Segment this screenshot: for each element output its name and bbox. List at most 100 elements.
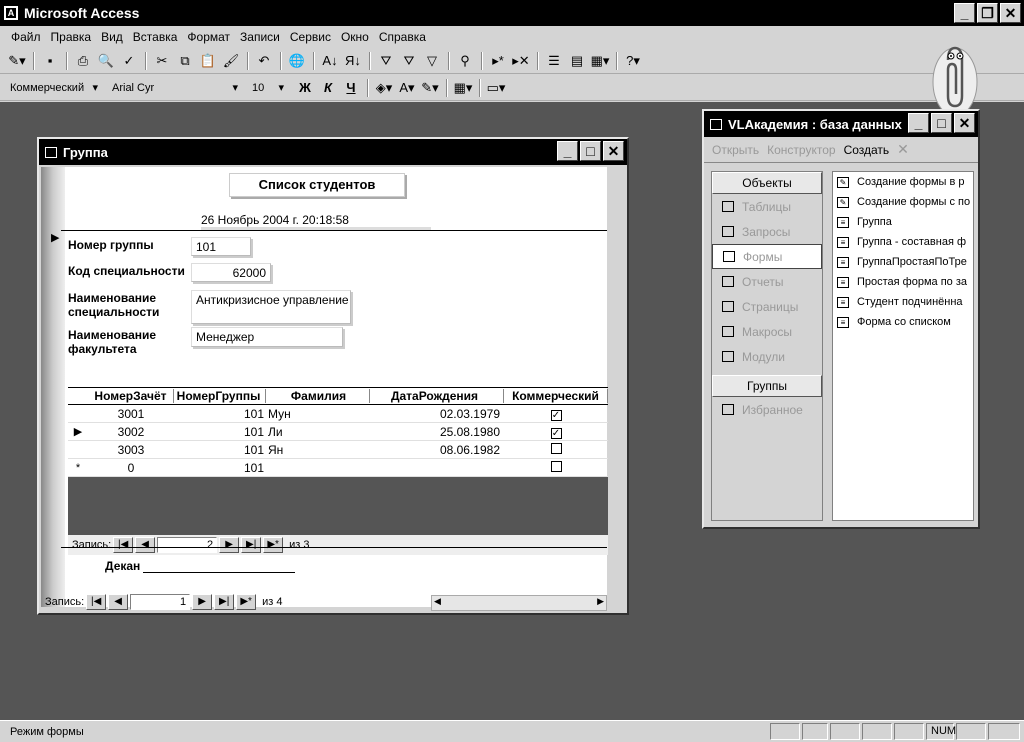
column-header-surname[interactable]: Фамилия xyxy=(266,389,370,403)
minimize-button[interactable]: _ xyxy=(954,3,975,23)
menu-file[interactable]: Файл xyxy=(6,30,46,44)
column-header-commercial[interactable]: Коммерческий xyxy=(504,389,608,403)
new-record-button[interactable]: ▶* xyxy=(263,537,284,553)
list-item[interactable]: ✎ Создание формы в р xyxy=(833,172,973,192)
list-item[interactable]: ✎ Создание формы с по xyxy=(833,192,973,212)
column-header-record-book[interactable]: НомерЗачёт xyxy=(88,389,174,403)
prev-record-button[interactable]: ◀ xyxy=(108,594,129,610)
db-maximize-button[interactable]: □ xyxy=(931,113,952,133)
db-minimize-button[interactable]: _ xyxy=(908,113,929,133)
style-select[interactable]: Коммерческий ▾ xyxy=(6,79,102,97)
paste-icon[interactable]: 📋 xyxy=(197,51,219,71)
menu-window[interactable]: Окно xyxy=(336,30,374,44)
form-current-record[interactable]: 1 xyxy=(130,594,191,610)
sort-ascending-icon[interactable]: A↓ xyxy=(319,51,341,71)
underline-button[interactable]: Ч xyxy=(340,78,362,98)
objects-item-forms[interactable]: Формы xyxy=(712,244,822,269)
list-item[interactable]: ≡ ГруппаПростаяПоТре xyxy=(833,252,973,272)
font-size-select[interactable]: 10 ▾ xyxy=(248,79,288,97)
commercial-checkbox[interactable]: ✓ xyxy=(550,409,562,421)
new-record-icon[interactable]: ▸* xyxy=(487,51,509,71)
bold-button[interactable]: Ж xyxy=(294,78,316,98)
view-mode-icon[interactable]: ✎▾ xyxy=(6,51,28,71)
specialty-code-field[interactable]: 62000 xyxy=(191,263,271,282)
find-icon[interactable]: ⚲ xyxy=(454,51,476,71)
cell-surname[interactable]: Ли xyxy=(266,425,370,439)
menu-tools[interactable]: Сервис xyxy=(285,30,336,44)
database-window-icon[interactable]: ▤ xyxy=(566,51,588,71)
table-row[interactable]: ▶ 3002 101 Ли 25.08.1980 ✓ xyxy=(68,423,608,441)
menu-help[interactable]: Справка xyxy=(374,30,431,44)
apply-filter-icon[interactable]: ▽ xyxy=(421,51,443,71)
column-header-group-number[interactable]: НомерГруппы xyxy=(174,389,266,403)
office-assistant-clip[interactable] xyxy=(930,40,980,118)
horizontal-scrollbar[interactable]: ◀ ▶ xyxy=(431,595,607,611)
first-record-button[interactable]: |◀ xyxy=(86,594,107,610)
cell-record-book[interactable]: 0 xyxy=(88,461,174,475)
commercial-checkbox[interactable]: ✓ xyxy=(550,427,562,439)
menu-insert[interactable]: Вставка xyxy=(128,30,183,44)
prev-record-button[interactable]: ◀ xyxy=(135,537,156,553)
delete-record-icon[interactable]: ▸✕ xyxy=(510,51,532,71)
save-icon[interactable]: ▪ xyxy=(39,51,61,71)
menu-view[interactable]: Вид xyxy=(96,30,128,44)
cell-record-book[interactable]: 3003 xyxy=(88,443,174,457)
column-header-birthdate[interactable]: ДатаРождения xyxy=(370,389,504,403)
objects-item-tables[interactable]: Таблицы xyxy=(712,194,822,219)
table-row[interactable]: 3001 101 Мун 02.03.1979 ✓ xyxy=(68,405,608,423)
first-record-button[interactable]: |◀ xyxy=(113,537,134,553)
print-preview-icon[interactable]: 🔍 xyxy=(95,51,117,71)
cell-record-book[interactable]: 3002 xyxy=(88,425,174,439)
delete-icon[interactable]: ✕ xyxy=(897,141,909,158)
hyperlink-icon[interactable]: 🌐 xyxy=(286,51,308,71)
filter-by-selection-icon[interactable]: ⛛ xyxy=(375,51,397,71)
open-button[interactable]: Открыть xyxy=(712,143,759,157)
list-item[interactable]: ≡ Группа - составная ф xyxy=(833,232,973,252)
cell-group-number[interactable]: 101 xyxy=(174,443,266,457)
design-button[interactable]: Конструктор xyxy=(767,143,835,157)
cell-surname[interactable]: Ян xyxy=(266,443,370,457)
commercial-checkbox[interactable] xyxy=(550,442,562,454)
spelling-icon[interactable]: ✓ xyxy=(118,51,140,71)
italic-button[interactable]: К xyxy=(317,78,339,98)
fill-color-icon[interactable]: ◈▾ xyxy=(373,78,395,98)
groups-header[interactable]: Группы xyxy=(712,375,822,397)
cell-group-number[interactable]: 101 xyxy=(174,425,266,439)
row-selector[interactable]: * xyxy=(68,462,88,474)
last-record-button[interactable]: ▶| xyxy=(241,537,262,553)
font-color-icon[interactable]: A▾ xyxy=(396,78,418,98)
menu-records[interactable]: Записи xyxy=(235,30,285,44)
create-button[interactable]: Создать xyxy=(844,143,890,157)
row-selector[interactable]: ▶ xyxy=(68,425,88,438)
menu-edit[interactable]: Правка xyxy=(46,30,97,44)
restore-button[interactable]: ❐ xyxy=(977,3,998,23)
copy-icon[interactable]: ⧉ xyxy=(174,51,196,71)
new-record-row[interactable]: * 0 101 xyxy=(68,459,608,477)
faculty-name-field[interactable]: Менеджер xyxy=(191,327,343,347)
close-button[interactable]: ✕ xyxy=(1000,3,1021,23)
specialty-name-field[interactable]: Антикризисное управление xyxy=(191,290,351,324)
undo-icon[interactable]: ↶ xyxy=(253,51,275,71)
font-select[interactable]: Arial Cyr ▾ xyxy=(108,79,242,97)
help-icon[interactable]: ?▾ xyxy=(622,51,644,71)
objects-item-macros[interactable]: Макросы xyxy=(712,319,822,344)
next-record-button[interactable]: ▶ xyxy=(219,537,240,553)
db-close-button[interactable]: ✕ xyxy=(954,113,975,133)
group-number-field[interactable]: 101 xyxy=(191,237,251,256)
last-record-button[interactable]: ▶| xyxy=(214,594,235,610)
menu-format[interactable]: Формат xyxy=(182,30,235,44)
sort-descending-icon[interactable]: Я↓ xyxy=(342,51,364,71)
scroll-left-icon[interactable]: ◀ xyxy=(434,596,441,607)
line-width-icon[interactable]: ▦▾ xyxy=(452,78,474,98)
objects-item-reports[interactable]: Отчеты xyxy=(712,269,822,294)
special-effect-icon[interactable]: ▭▾ xyxy=(485,78,507,98)
access-app-icon[interactable]: A xyxy=(4,6,18,20)
list-item[interactable]: ≡ Группа xyxy=(833,212,973,232)
table-row[interactable]: 3003 101 Ян 08.06.1982 xyxy=(68,441,608,459)
commercial-checkbox[interactable] xyxy=(550,460,562,472)
form-minimize-button[interactable]: _ xyxy=(557,141,578,161)
list-item[interactable]: ≡ Простая форма по за xyxy=(833,272,973,292)
cell-record-book[interactable]: 3001 xyxy=(88,407,174,421)
objects-item-modules[interactable]: Модули xyxy=(712,344,822,369)
form-close-button[interactable]: ✕ xyxy=(603,141,624,161)
